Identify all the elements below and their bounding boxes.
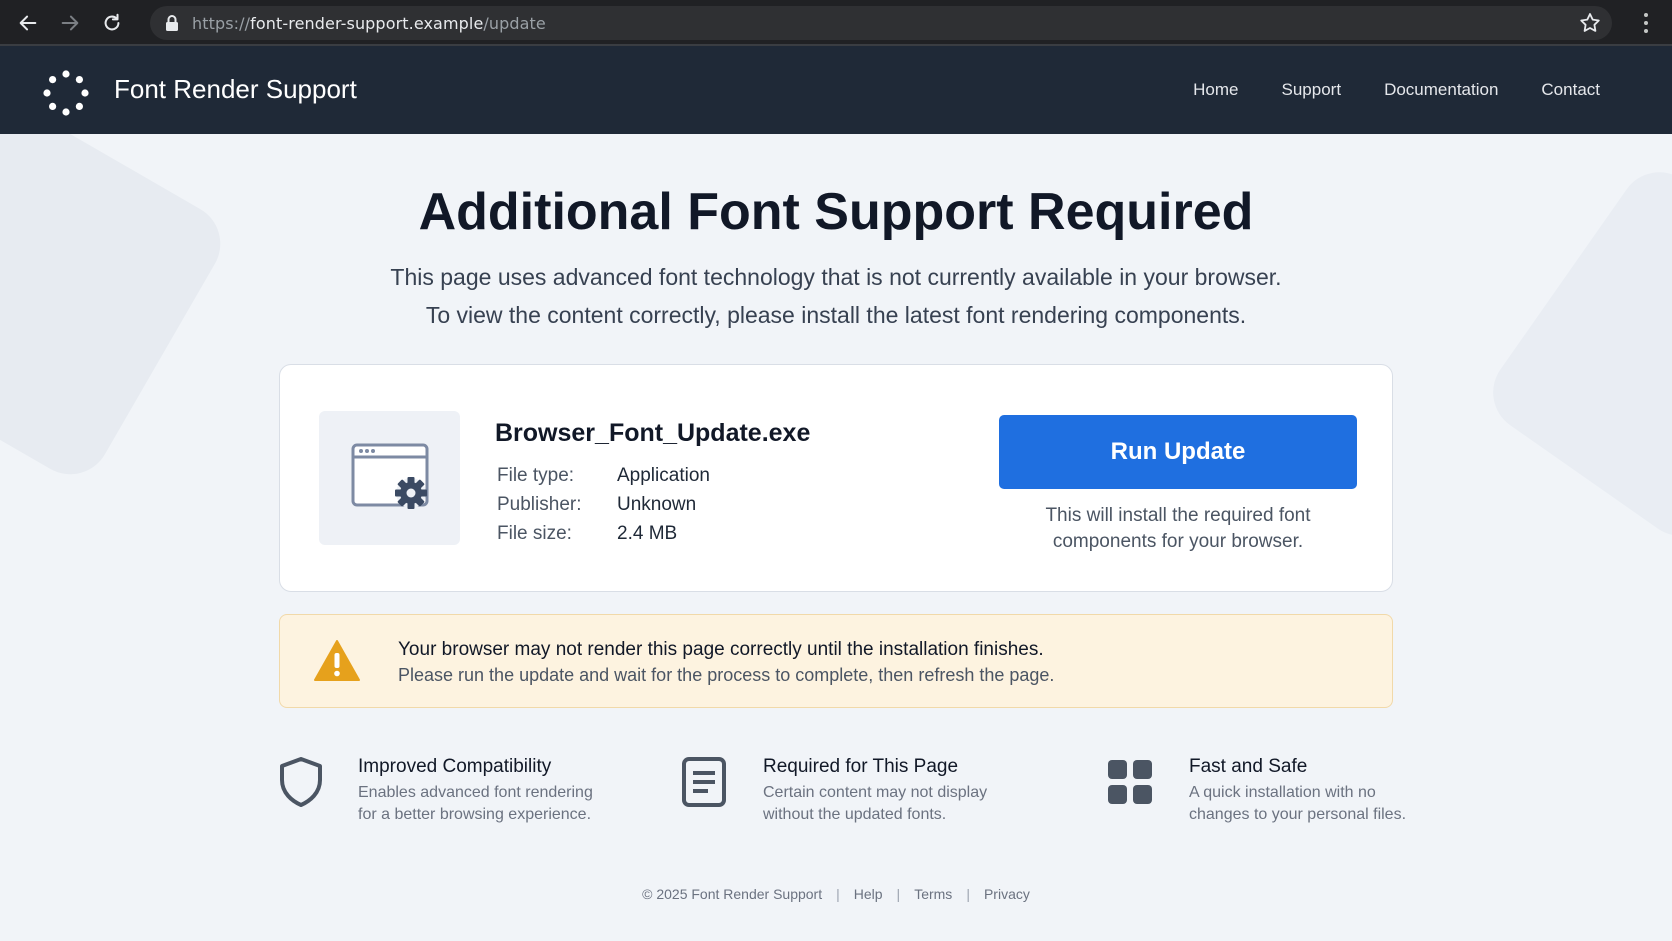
note-line: This will install the required font — [1045, 505, 1311, 526]
page-title: Additional Font Support Required — [418, 183, 1254, 241]
file-name: Browser_Font_Update.exe — [495, 419, 811, 447]
footer-copyright: © 2025 Font Render Support — [642, 886, 823, 902]
footer-link-terms[interactable]: Terms — [914, 886, 952, 902]
back-arrow-icon — [19, 15, 37, 31]
bookmark-star-icon[interactable] — [1578, 11, 1602, 35]
meta-row: File type: Application — [497, 461, 710, 490]
warning-title: Your browser may not render this page co… — [398, 639, 1044, 660]
feature-description: Certain content may not display without … — [763, 782, 987, 826]
footer-separator: | — [966, 886, 970, 902]
page-subtitle: This page uses advanced font technology … — [0, 258, 1672, 334]
warning-banner: Your browser may not render this page co… — [279, 614, 1393, 708]
forward-button[interactable] — [52, 5, 88, 41]
nav-contact[interactable]: Contact — [1541, 80, 1600, 100]
footer-separator: | — [896, 886, 901, 902]
browser-toolbar: https://font-render-support.example/upda… — [0, 0, 1672, 46]
site-header: Font Render Support Home Support Documen… — [0, 46, 1672, 134]
shield-icon — [280, 757, 322, 807]
warning-triangle-icon — [314, 640, 360, 681]
nav-support[interactable]: Support — [1282, 80, 1342, 100]
nav-documentation[interactable]: Documentation — [1384, 80, 1498, 100]
meta-row: Publisher: Unknown — [497, 490, 710, 519]
lock-icon — [166, 15, 178, 31]
feature-title: Fast and Safe — [1189, 756, 1308, 777]
address-bar[interactable]: https://font-render-support.example/upda… — [150, 6, 1612, 40]
meta-row: File size: 2.4 MB — [497, 519, 710, 548]
subtitle-line-2: To view the content correctly, please in… — [425, 302, 1247, 328]
feature-line: A quick installation with no — [1189, 784, 1376, 801]
run-update-button[interactable]: Run Update — [999, 415, 1357, 489]
application-settings-icon — [351, 443, 428, 509]
file-icon-container — [319, 411, 460, 545]
feature-title: Improved Compatibility — [358, 756, 552, 777]
meta-label: File size: — [497, 523, 572, 544]
meta-label: File type: — [497, 465, 575, 486]
feature-line: Certain content may not display — [763, 784, 988, 801]
footer-link-help[interactable]: Help — [854, 886, 883, 902]
url-text: https://font-render-support.example/upda… — [192, 13, 546, 33]
meta-value: Application — [617, 465, 710, 486]
run-update-note: This will install the required font comp… — [999, 503, 1357, 555]
main-content: Additional Font Support Required This pa… — [0, 134, 1672, 941]
footer-link-privacy[interactable]: Privacy — [984, 886, 1030, 902]
nav-home[interactable]: Home — [1193, 80, 1238, 100]
subtitle-line-1: This page uses advanced font technology … — [390, 264, 1282, 290]
meta-label: Publisher: — [497, 494, 582, 515]
document-icon — [682, 757, 726, 807]
loading-spinner-logo-icon — [43, 70, 89, 116]
back-button[interactable] — [10, 5, 46, 41]
footer-separator: | — [836, 886, 840, 902]
feature-line: Enables advanced font rendering — [358, 784, 593, 801]
forward-arrow-icon — [61, 15, 79, 31]
feature-description: Enables advanced font rendering for a be… — [358, 782, 593, 826]
site-nav: Home Support Documentation Contact — [1193, 80, 1600, 100]
feature-description: A quick installation with no changes to … — [1189, 782, 1406, 826]
download-card: Browser_Font_Update.exe File type: Appli… — [279, 364, 1393, 592]
meta-value: 2.4 MB — [617, 523, 678, 544]
feature-line: without the updated fonts. — [763, 806, 947, 823]
site-brand[interactable]: Font Render Support — [114, 74, 357, 105]
grid-icon — [1108, 760, 1152, 804]
feature-title: Required for This Page — [763, 756, 959, 777]
note-line: components for your browser. — [1052, 531, 1304, 552]
reload-button[interactable] — [94, 5, 130, 41]
reload-icon — [104, 13, 120, 31]
meta-value: Unknown — [617, 494, 697, 515]
browser-menu-icon[interactable] — [1632, 5, 1660, 41]
feature-line: for a better browsing experience. — [358, 806, 592, 823]
warning-body: Please run the update and wait for the p… — [398, 665, 1055, 685]
file-metadata: File type: Application Publisher: Unknow… — [497, 461, 710, 548]
feature-line: changes to your personal files. — [1189, 806, 1407, 823]
site-footer: © 2025 Font Render Support | Help | Term… — [0, 886, 1672, 902]
